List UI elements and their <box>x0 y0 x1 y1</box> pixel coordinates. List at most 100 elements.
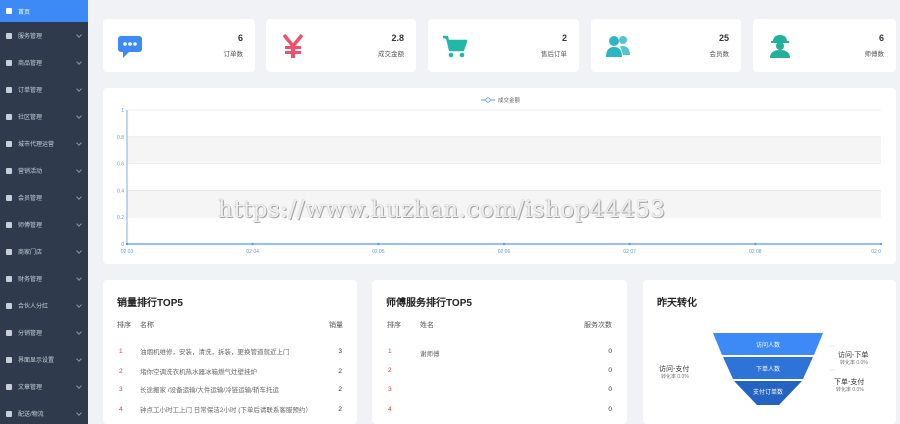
distribution-icon <box>5 329 13 337</box>
sidebar-item-label: 订单管理 <box>18 88 43 94</box>
stat-card-amount[interactable]: 2.8 成交金额 <box>266 19 416 72</box>
sidebar-item-label: 社区管理 <box>18 115 43 121</box>
agent-icon <box>5 140 13 148</box>
sidebar-item[interactable]: 文章管理 <box>0 373 88 400</box>
x-tick-label: 02 07 <box>623 249 636 255</box>
service-count: 0 <box>608 386 612 393</box>
order-icon <box>5 86 13 94</box>
chevron-down-icon <box>76 32 82 38</box>
sidebar-item[interactable]: 商家门店 <box>0 238 88 265</box>
sales-line-chart: 0 0.2 0.4 0.6 0.8 1 02 03 02 04 02 05 02 06 02 07 0… <box>103 88 896 264</box>
product-name-link[interactable]: 钟点工小时工上门 日常保洁2小时 (下单后请联系客服预约） <box>140 406 318 415</box>
stat-card-workers[interactable]: 6 师傅数 <box>753 19 896 72</box>
col-name: 名称 <box>140 322 154 329</box>
sales-qty: 2 <box>338 368 342 375</box>
data-point <box>754 242 757 246</box>
stat-value: 6 <box>878 33 884 43</box>
sidebar-item-label: 会员管理 <box>18 196 43 202</box>
sidebar-item[interactable]: 首页 <box>0 0 88 22</box>
worker-name: 谢师傅 <box>420 351 440 358</box>
chevron-down-icon <box>76 383 82 389</box>
x-tick-label: 02 03 <box>121 249 134 255</box>
chevron-down-icon <box>76 140 82 146</box>
col-rank: 排序 <box>387 322 401 329</box>
sidebar-item[interactable]: 订单管理 <box>0 76 88 103</box>
home-icon <box>5 7 13 15</box>
sales-qty: 2 <box>338 386 342 393</box>
rank-number: 3 <box>388 386 392 393</box>
sidebar-item[interactable]: 营销活动 <box>0 157 88 184</box>
rank-number: 2 <box>119 368 123 375</box>
sidebar-item[interactable]: 分销管理 <box>0 319 88 346</box>
stat-label: 师傅数 <box>864 51 885 58</box>
x-tick-label: 02 08 <box>749 249 762 255</box>
display-icon <box>5 356 13 364</box>
sidebar-item[interactable]: 师傅管理 <box>0 211 88 238</box>
stat-label: 成交金额 <box>378 51 404 58</box>
product-name-link[interactable]: 长途搬家 /设备运输/大件运输/冷链运输/轿车托运 <box>140 386 318 395</box>
service-count: 0 <box>608 367 612 374</box>
sidebar-item-label: 配送/物流 <box>18 412 44 418</box>
sidebar-item[interactable]: 城市代理运营 <box>0 130 88 157</box>
goods-icon <box>5 59 13 67</box>
chevron-down-icon <box>76 86 82 92</box>
data-point <box>377 242 380 246</box>
card-title: 销量排行TOP5 <box>117 298 183 309</box>
sidebar: 首页服务管理商品管理订单管理社区管理城市代理运营 营销活动会员管理师傅管理商家门店… <box>0 0 88 424</box>
chevron-down-icon <box>76 221 82 227</box>
y-tick-label: 0.2 <box>117 215 124 221</box>
product-name-link[interactable]: 油烟机维修，安装，清洗，拆装，更换管道就近上门 <box>140 348 318 357</box>
chevron-down-icon <box>76 113 82 119</box>
stat-card-members[interactable]: 25 会员数 <box>591 19 741 72</box>
chevron-down-icon <box>76 356 82 362</box>
sidebar-item[interactable]: 商品管理 <box>0 49 88 76</box>
community-icon <box>5 113 13 121</box>
data-point <box>251 242 254 246</box>
stat-value: 25 <box>718 33 729 43</box>
stat-label: 售后订单 <box>541 51 567 58</box>
data-point <box>125 242 129 246</box>
sidebar-item-label: 服务管理 <box>18 34 43 40</box>
watermark: https://www.huzhan.com/ishop44453 <box>218 197 666 223</box>
chevron-down-icon <box>76 302 82 308</box>
funnel-label-visit: 访问人数 <box>755 343 780 349</box>
chart-svg: 0 0.2 0.4 0.6 0.8 1 02 03 02 04 02 05 02 06 02 07 0… <box>117 96 883 255</box>
service-count: 0 <box>608 406 612 413</box>
stat-label: 会员数 <box>709 51 730 58</box>
stat-value: 2 <box>561 33 567 43</box>
y-tick-label: 1 <box>121 108 124 114</box>
stat-value: 2.8 <box>391 33 404 43</box>
grid-band <box>127 136 881 164</box>
stat-card-after-sales[interactable]: 2 售后订单 <box>428 19 579 72</box>
sidebar-item[interactable]: 社区管理 <box>0 103 88 130</box>
chevron-down-icon <box>76 194 82 200</box>
article-icon <box>5 383 13 391</box>
rank-number: 1 <box>388 348 392 355</box>
sidebar-item-label: 分销管理 <box>18 331 43 337</box>
x-tick-label: 02 05 <box>372 249 385 255</box>
sidebar-item[interactable]: 服务管理 <box>0 22 88 49</box>
sidebar-item-label: 商家门店 <box>18 250 43 256</box>
delivery-icon <box>5 410 13 418</box>
sidebar-item[interactable]: 配送/物流 <box>0 400 88 424</box>
cart-icon <box>441 32 469 60</box>
chevron-down-icon <box>76 167 82 173</box>
stat-value: 6 <box>237 33 243 43</box>
finance-icon <box>5 275 13 283</box>
chat-bubble-icon <box>116 32 144 60</box>
sales-qty: 2 <box>338 406 342 413</box>
yen-icon <box>279 32 307 60</box>
y-tick-label: 0.8 <box>117 135 124 141</box>
sidebar-item[interactable]: 会员管理 <box>0 184 88 211</box>
sidebar-item[interactable]: 界面显示设置 <box>0 346 88 373</box>
sidebar-item-label: 文章管理 <box>18 385 43 391</box>
sidebar-item[interactable]: 合伙人分红 <box>0 292 88 319</box>
product-name-link[interactable]: 堵你空调洗衣机热水器冰箱燃气灶壁挂炉 <box>140 368 318 377</box>
service-icon <box>5 32 13 40</box>
x-tick-label: 02 0 <box>871 249 881 255</box>
chevron-down-icon <box>76 275 82 281</box>
rank-number: 2 <box>388 367 392 374</box>
stat-card-orders[interactable]: 6 订单数 <box>103 19 255 72</box>
partner-icon <box>5 302 13 310</box>
sidebar-item[interactable]: 财务管理 <box>0 265 88 292</box>
